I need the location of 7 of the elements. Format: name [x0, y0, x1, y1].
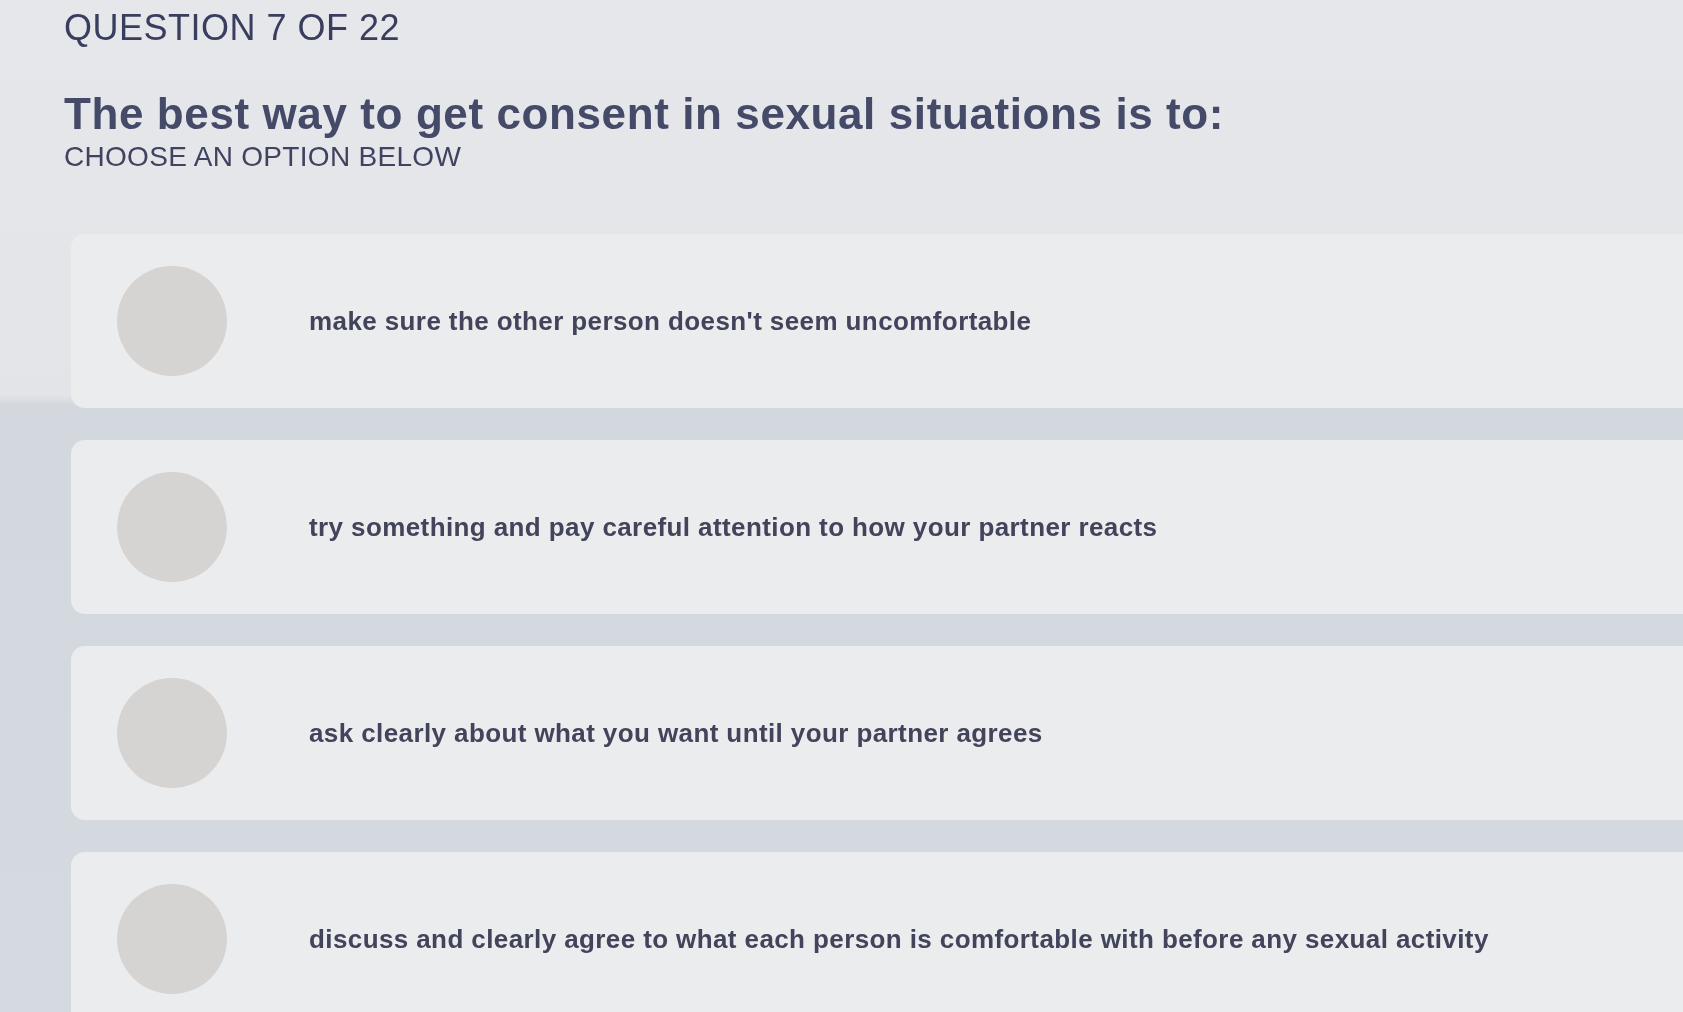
answer-option[interactable]: try something and pay careful attention to how your partner reacts — [71, 440, 1683, 614]
question-text: The best way to get consent in sexual situations is to: — [64, 88, 1225, 140]
answer-option[interactable]: discuss and clearly agree to what each person is comfortable with before any sexual activity — [71, 852, 1683, 1012]
instruction-text: CHOOSE AN OPTION BELOW — [64, 140, 462, 174]
question-counter: QUESTION 7 OF 22 — [64, 6, 401, 50]
answer-option[interactable]: ask clearly about what you want until your partner agrees — [71, 646, 1683, 820]
answer-option[interactable]: make sure the other person doesn't seem uncomfortable — [71, 234, 1683, 408]
